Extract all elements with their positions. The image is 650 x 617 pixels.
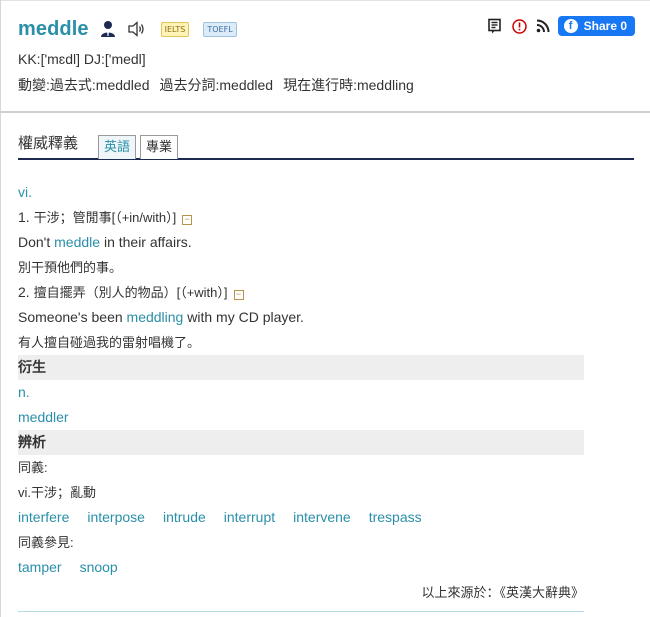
- synonym-link[interactable]: interrupt: [224, 509, 275, 525]
- note-icon[interactable]: [487, 18, 503, 34]
- synonym-link[interactable]: interfere: [18, 509, 69, 525]
- definition-meaning: 干涉；管閒事[（+in/with）]: [33, 210, 177, 225]
- rss-icon[interactable]: [536, 19, 550, 33]
- form-past: 過去式:meddled: [49, 77, 150, 93]
- example-sentence: Someone's been meddling with my CD playe…: [18, 305, 584, 330]
- see-also-links: tamper snoop: [18, 555, 584, 580]
- toefl-badge[interactable]: TOEFL: [203, 21, 237, 37]
- facebook-share-button[interactable]: f Share 0: [557, 16, 635, 36]
- synonym-link[interactable]: trespass: [369, 509, 422, 525]
- tabs-heading: 權威釋義: [18, 135, 79, 152]
- example-text: in their affairs.: [100, 234, 192, 250]
- tab-english[interactable]: 英語: [98, 135, 137, 159]
- toolbar: f Share 0: [478, 16, 635, 36]
- person-icon[interactable]: [99, 20, 117, 38]
- example-text: Don't: [18, 234, 55, 250]
- tab-professional[interactable]: 專業: [140, 135, 179, 159]
- entry-header: meddle IELTS TOEFL f Share 0 KK:['mɛdl] …: [0, 1, 650, 111]
- definition-tabs: 權威釋義 英語 專業: [18, 134, 634, 160]
- form-past-participle: 過去分詞:meddled: [159, 77, 274, 93]
- definition-2: 2. 擅自擺弄（別人的物品）[（+with）] −: [18, 280, 584, 305]
- synonym-link[interactable]: intrude: [163, 509, 206, 525]
- example-translation: 有人擅自碰過我的雷射唱機了。: [18, 335, 201, 350]
- definition-content: vi. 1. 干涉；管閒事[（+in/with）] − Don't meddle …: [18, 180, 584, 605]
- definition-meaning: 擅自擺弄（別人的物品）[（+with）]: [33, 285, 228, 300]
- speaker-icon[interactable]: [127, 21, 147, 37]
- bottom-divider: [18, 611, 584, 612]
- form-present-participle: 現在進行時:meddling: [283, 77, 414, 93]
- definition-1: 1. 干涉；管閒事[（+in/with）] −: [18, 205, 584, 230]
- synonym-link[interactable]: intervene: [293, 509, 351, 525]
- example-text: with my CD player.: [183, 309, 304, 325]
- example-keyword: meddling: [126, 309, 184, 325]
- see-also-link[interactable]: snoop: [80, 559, 118, 575]
- collapse-icon[interactable]: −: [182, 215, 193, 225]
- example-translation: 別干預他們的事。: [18, 260, 123, 275]
- example-text: Someone's been: [18, 309, 127, 325]
- synonym-link[interactable]: interpose: [87, 509, 145, 525]
- word-forms: 動變:過去式:meddled 過去分詞:meddled 現在進行時:meddling: [18, 75, 650, 95]
- analysis-heading: 辨析: [18, 430, 584, 455]
- ielts-badge[interactable]: IELTS: [160, 21, 190, 37]
- derivative-word[interactable]: meddler: [18, 405, 584, 430]
- part-of-speech: vi.: [18, 184, 32, 200]
- pronunciation: KK:['mɛdl] DJ:['medl]: [18, 51, 146, 67]
- headword: meddle: [18, 17, 89, 40]
- collapse-icon[interactable]: −: [233, 290, 244, 300]
- facebook-icon: f: [563, 19, 578, 33]
- source-note: 以上來源於：《英漢大辭典》: [421, 585, 584, 600]
- see-also-link[interactable]: tamper: [18, 559, 62, 575]
- synonyms-label: 同義:: [18, 460, 48, 475]
- synonym-links: interfere interpose intrude interrupt interv…: [18, 505, 584, 530]
- alert-icon[interactable]: [511, 18, 527, 34]
- forms-label: 動變:: [18, 77, 50, 93]
- definition-number: 2.: [18, 284, 30, 300]
- definition-number: 1.: [18, 209, 30, 225]
- synonyms-sense: vi.干涉；亂動: [18, 485, 97, 500]
- derivative-heading: 衍生: [18, 355, 584, 380]
- see-also-label: 同義參見:: [18, 535, 74, 550]
- example-keyword: meddle: [54, 234, 101, 250]
- derivative-pos: n.: [18, 384, 30, 400]
- example-sentence: Don't meddle in their affairs.: [18, 230, 584, 255]
- header-divider: [0, 111, 650, 113]
- share-label: Share 0: [583, 19, 627, 33]
